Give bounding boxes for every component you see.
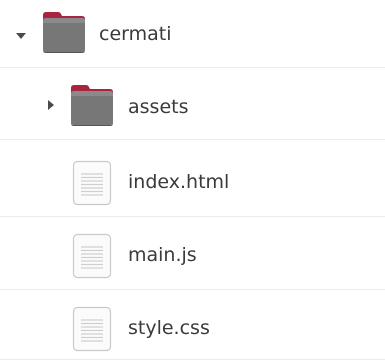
- file-name: index.html: [128, 171, 230, 193]
- tree-row-style-css[interactable]: style.css: [0, 291, 385, 360]
- chevron-right-icon[interactable]: [44, 98, 58, 112]
- folder-name: cermati: [99, 23, 172, 45]
- tree-row-assets[interactable]: assets: [0, 68, 385, 140]
- file-tree: cermati assets index.html main.js style.…: [0, 0, 385, 360]
- tree-row-cermati[interactable]: cermati: [0, 0, 385, 68]
- row-divider: [0, 216, 385, 217]
- text-file-icon: [72, 160, 112, 206]
- file-name: main.js: [128, 244, 197, 266]
- file-name: style.css: [128, 317, 210, 339]
- chevron-down-icon[interactable]: [14, 29, 28, 43]
- folder-name: assets: [128, 96, 189, 118]
- folder-icon: [40, 8, 88, 56]
- tree-row-main-js[interactable]: main.js: [0, 218, 385, 290]
- folder-icon: [68, 81, 116, 129]
- text-file-icon: [72, 233, 112, 279]
- tree-row-index-html[interactable]: index.html: [0, 145, 385, 217]
- row-divider: [0, 289, 385, 290]
- text-file-icon: [72, 306, 112, 352]
- row-divider: [0, 139, 385, 140]
